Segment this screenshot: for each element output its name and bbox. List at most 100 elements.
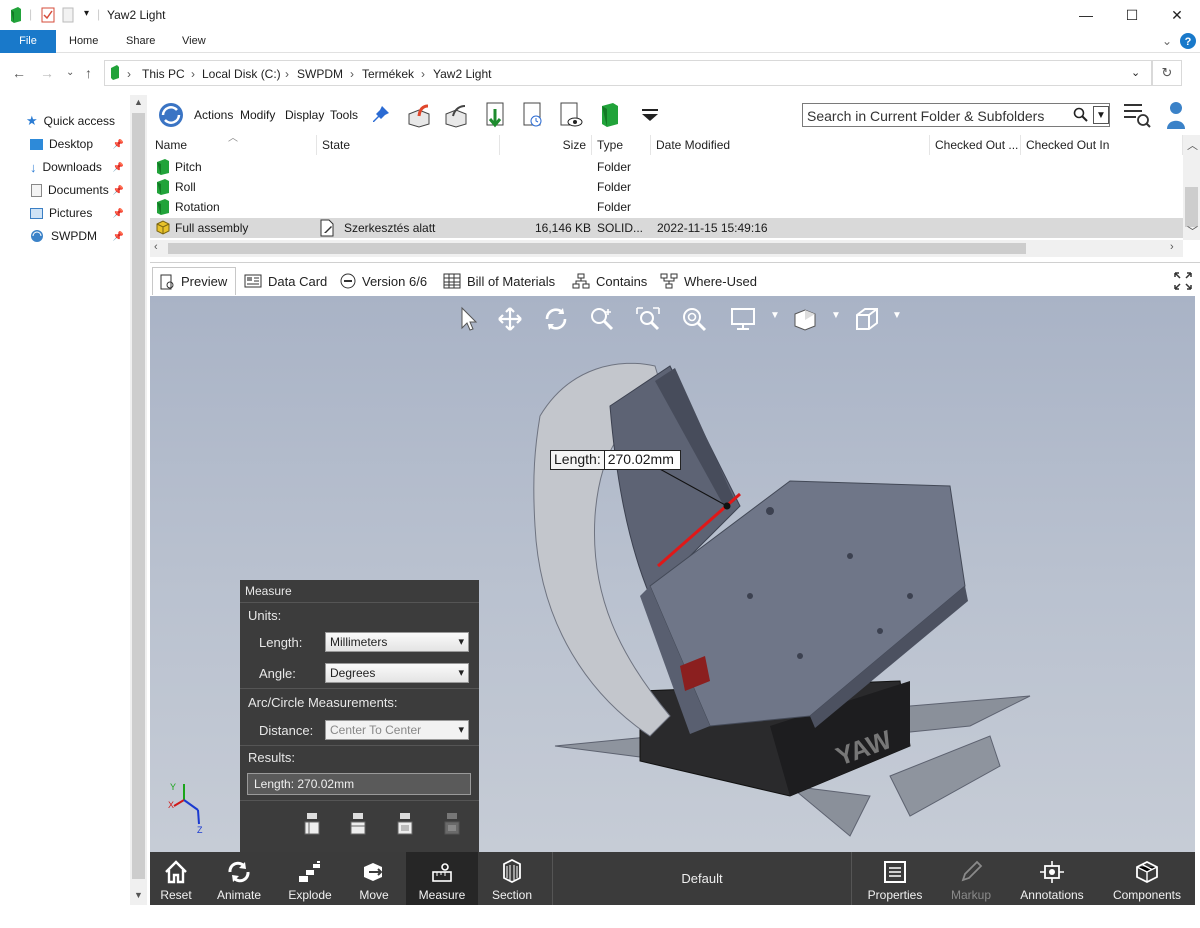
pin-icon[interactable] [368, 101, 394, 129]
move-button[interactable]: Move [348, 852, 400, 905]
forward-arrow-icon[interactable]: → [40, 65, 54, 81]
column-header-checked-out-in[interactable]: Checked Out In [1021, 135, 1183, 155]
recent-dropdown-icon[interactable]: ⌄ [66, 67, 74, 78]
column-header-state[interactable]: State [317, 135, 500, 155]
configuration-selector[interactable]: Default [552, 852, 852, 905]
pin-icon[interactable]: 📌 [113, 162, 124, 173]
point-to-point-icon[interactable] [302, 812, 322, 838]
pin-icon[interactable]: 📌 [113, 231, 124, 242]
measure-button[interactable]: Measure [406, 852, 478, 905]
pin-icon[interactable]: 📌 [113, 185, 124, 196]
animate-button[interactable]: Animate [208, 852, 270, 905]
properties-button[interactable]: Properties [862, 852, 928, 905]
section-button[interactable]: Section [484, 852, 540, 905]
address-field[interactable]: › This PC › Local Disk (C:) › SWPDM › Te… [104, 60, 1152, 86]
rotate-icon[interactable] [543, 306, 569, 332]
explode-button[interactable]: Explode [282, 852, 338, 905]
breadcrumb-yaw2-light[interactable]: Yaw2 Light [433, 67, 491, 81]
vault-view-icon[interactable] [597, 101, 623, 129]
pin-icon[interactable]: 📌 [113, 208, 124, 219]
nav-item-quick-access[interactable]: ★ Quick access [26, 111, 130, 131]
tab-bill-of-materials[interactable]: Bill of Materials [437, 267, 561, 295]
annotations-button[interactable]: Annotations [1014, 852, 1090, 905]
address-dropdown-icon[interactable]: ⌄ [1131, 66, 1140, 79]
scroll-right-icon[interactable]: › [1170, 241, 1174, 253]
zoom-in-out-icon[interactable] [589, 306, 615, 332]
file-list-hscroll-thumb[interactable] [168, 243, 1026, 254]
nav-scrollbar-thumb[interactable] [132, 113, 145, 879]
face-to-face-icon[interactable] [395, 812, 415, 838]
file-list-hscrollbar[interactable]: ‹ › [150, 240, 1183, 257]
menu-actions[interactable]: Actions [194, 108, 233, 122]
nav-item-swpdm[interactable]: SWPDM 📌 [26, 226, 130, 246]
arc-distance-select[interactable]: Center To Center [325, 720, 469, 740]
display-mode-dropdown-icon[interactable]: ▼ [770, 310, 780, 321]
display-mode-icon[interactable] [730, 306, 760, 332]
nav-item-pictures[interactable]: Pictures 📌 [26, 203, 130, 223]
scroll-down-icon[interactable]: ▼ [134, 890, 143, 900]
tab-file[interactable]: File [0, 30, 56, 53]
tab-home[interactable]: Home [69, 30, 98, 53]
properties-icon[interactable] [41, 7, 55, 23]
tab-where-used[interactable]: Where-Used [654, 267, 763, 295]
breadcrumb-swpdm[interactable]: SWPDM [297, 67, 343, 81]
help-icon[interactable]: ? [1180, 33, 1196, 49]
zoom-area-icon[interactable] [635, 306, 661, 332]
markup-button[interactable]: Markup [942, 852, 1000, 905]
column-header-type[interactable]: Type [592, 135, 651, 155]
clear-measure-icon[interactable] [442, 812, 462, 838]
search-dropdown-icon[interactable]: ▼ [1093, 106, 1109, 124]
standard-views-cube-icon[interactable] [853, 306, 881, 332]
table-row[interactable]: Rotation Folder [150, 197, 1183, 217]
nav-item-downloads[interactable]: ↓ Downloads 📌 [26, 157, 130, 177]
pan-icon[interactable] [497, 306, 523, 332]
close-button[interactable]: ✕ [1154, 0, 1200, 30]
breadcrumb-termekek[interactable]: Termékek [362, 67, 414, 81]
tab-view[interactable]: View [182, 30, 206, 53]
reset-button[interactable]: Reset [150, 852, 202, 905]
get-latest-icon[interactable] [483, 101, 509, 129]
maximize-button[interactable]: ☐ [1109, 0, 1155, 30]
new-folder-icon[interactable] [62, 7, 74, 23]
quick-access-dropdown-icon[interactable]: ▾ [84, 8, 89, 19]
view-orientation-icon[interactable] [791, 306, 819, 332]
tab-share[interactable]: Share [126, 30, 155, 53]
menu-tools[interactable]: Tools [330, 108, 358, 122]
scroll-left-icon[interactable]: ‹ [154, 241, 158, 253]
get-version-icon[interactable] [520, 101, 546, 129]
table-row-selected[interactable]: Full assembly Szerkesztés alatt 16,146 K… [150, 218, 1183, 238]
column-header-checked-out-by[interactable]: Checked Out ... [930, 135, 1021, 155]
refresh-icon[interactable]: ↻ [1152, 60, 1182, 86]
nav-item-desktop[interactable]: Desktop 📌 [26, 134, 130, 154]
check-in-icon[interactable] [443, 101, 469, 129]
search-tool-icon[interactable] [1122, 101, 1152, 129]
table-row[interactable]: Roll Folder [150, 177, 1183, 197]
components-button[interactable]: Components [1108, 852, 1186, 905]
standard-views-dropdown-icon[interactable]: ▼ [892, 310, 902, 321]
table-row[interactable]: Pitch Folder [150, 157, 1183, 177]
angle-units-select[interactable]: Degrees [325, 663, 469, 683]
search-icon[interactable] [1073, 107, 1089, 123]
more-tools-dropdown-icon[interactable] [637, 101, 663, 129]
menu-modify[interactable]: Modify [240, 108, 275, 122]
column-header-name[interactable]: Name [150, 135, 317, 155]
tab-version[interactable]: Version 6/6 [334, 267, 433, 295]
column-header-date-modified[interactable]: Date Modified [651, 135, 930, 155]
refresh-vault-icon[interactable] [156, 100, 186, 130]
scroll-down-icon[interactable]: ﹀ [1187, 223, 1198, 239]
user-icon[interactable] [1166, 100, 1186, 130]
menu-display[interactable]: Display [285, 108, 324, 122]
file-list-vscrollbar[interactable]: ︿ ﹀ [1183, 135, 1200, 240]
length-units-select[interactable]: Millimeters [325, 632, 469, 652]
up-arrow-icon[interactable]: ↑ [85, 65, 92, 81]
fullscreen-icon[interactable] [1173, 271, 1193, 291]
tab-data-card[interactable]: Data Card [238, 267, 333, 295]
nav-scrollbar[interactable]: ▲ ▼ [130, 95, 147, 905]
pin-icon[interactable]: 📌 [113, 139, 124, 150]
search-input[interactable]: Search in Current Folder & Subfolders ▼ [802, 103, 1110, 127]
preview-file-icon[interactable] [558, 101, 584, 129]
tab-contains[interactable]: Contains [566, 267, 653, 295]
nav-item-documents[interactable]: Documents 📌 [26, 180, 130, 200]
scroll-up-icon[interactable]: ▲ [134, 97, 143, 107]
tab-preview[interactable]: Preview [152, 267, 236, 295]
